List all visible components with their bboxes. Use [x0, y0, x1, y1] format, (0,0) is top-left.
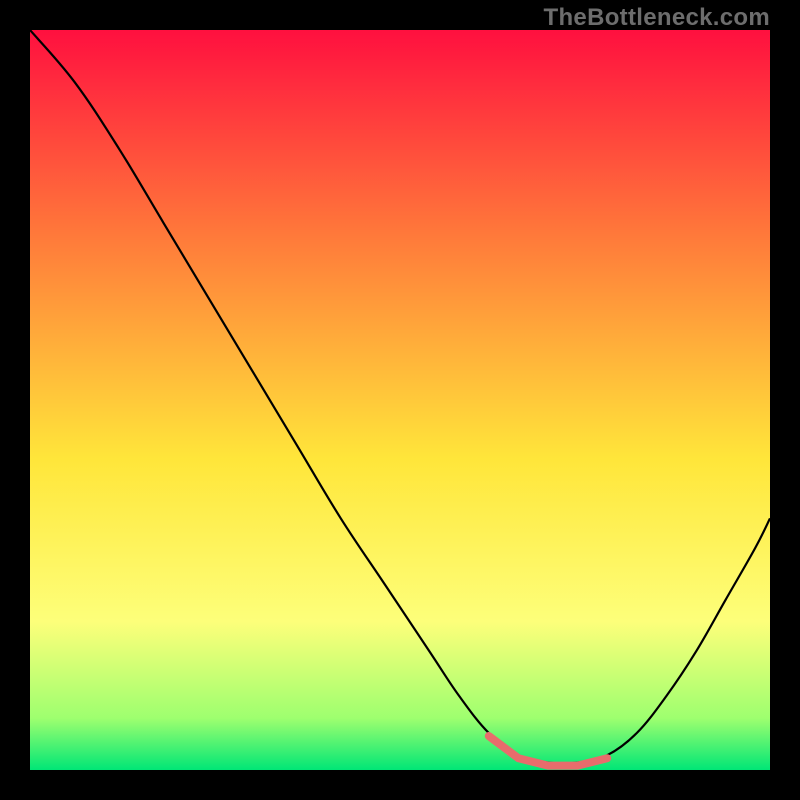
watermark-text: TheBottleneck.com — [544, 4, 770, 32]
gradient-background — [30, 30, 770, 770]
chart-container: TheBottleneck.com — [0, 0, 800, 800]
chart-svg — [30, 30, 770, 770]
plot-area — [30, 30, 770, 770]
